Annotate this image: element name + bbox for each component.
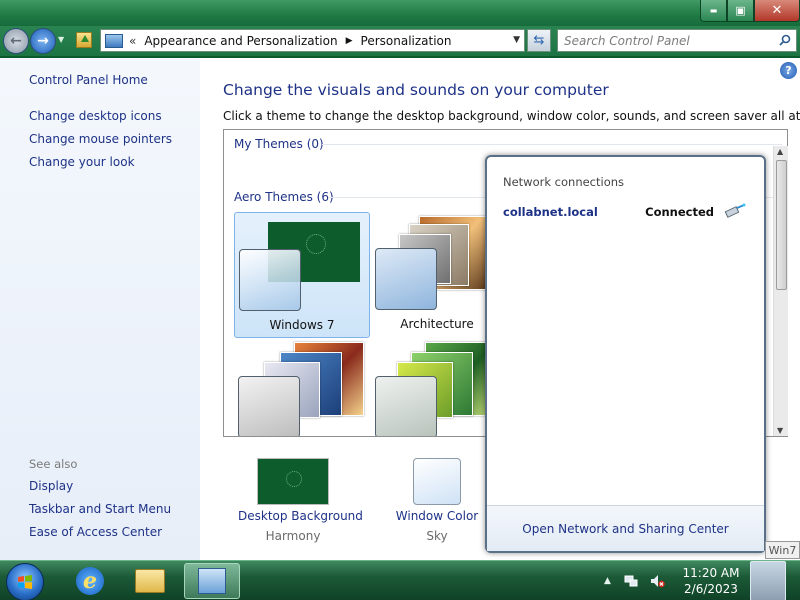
maximize-icon: ▣ bbox=[735, 4, 746, 17]
breadcrumb-separator-icon[interactable]: ▶ bbox=[346, 36, 353, 46]
scroll-thumb[interactable] bbox=[776, 160, 787, 290]
window-color-swatch bbox=[239, 249, 301, 311]
clock-date: 2/6/2023 bbox=[684, 582, 738, 596]
scroll-down-icon[interactable]: ▼ bbox=[777, 426, 783, 435]
change-mouse-pointers-link[interactable]: Change mouse pointers bbox=[29, 132, 172, 146]
windows-logo-icon bbox=[18, 575, 32, 589]
window-color-value: Sky bbox=[426, 529, 448, 543]
task-pane: Control Panel Home Change desktop icons … bbox=[0, 58, 200, 560]
system-clock[interactable]: 11:20 AM 2/6/2023 bbox=[680, 565, 742, 597]
theme-name: Windows 7 bbox=[269, 318, 335, 332]
taskbar-internet-explorer[interactable]: e bbox=[62, 563, 118, 599]
refresh-icon: ⇆ bbox=[533, 33, 545, 48]
breadcrumb-appearance[interactable]: Appearance and Personalization bbox=[144, 34, 337, 48]
forward-button[interactable]: → bbox=[30, 28, 56, 54]
win7-watermark: Win7 bbox=[765, 541, 800, 559]
ease-of-access-link[interactable]: Ease of Access Center bbox=[29, 525, 162, 539]
windows-explorer-icon bbox=[135, 569, 165, 593]
search-input[interactable] bbox=[564, 33, 774, 48]
volume-muted-icon[interactable] bbox=[649, 573, 665, 589]
theme-characters[interactable] bbox=[234, 338, 370, 436]
recent-pages-dropdown[interactable]: ▼ bbox=[58, 35, 68, 45]
page-subtitle: Click a theme to change the desktop back… bbox=[223, 109, 800, 123]
window-controls: ▬ ▣ ✕ bbox=[700, 0, 800, 22]
desktop-background-link[interactable]: Desktop Background bbox=[238, 509, 363, 523]
refresh-button[interactable]: ⇆ bbox=[527, 29, 551, 52]
window-color-swatch bbox=[375, 248, 437, 310]
breadcrumb-personalization[interactable]: Personalization bbox=[361, 34, 452, 48]
start-button[interactable] bbox=[6, 563, 44, 600]
control-panel-home-link[interactable]: Control Panel Home bbox=[29, 73, 148, 87]
back-button[interactable]: ← bbox=[3, 28, 29, 54]
show-hidden-icons-button[interactable]: ▲ bbox=[604, 576, 611, 586]
window-color-swatch bbox=[238, 376, 300, 436]
breadcrumb-overflow-icon[interactable]: « bbox=[129, 34, 136, 48]
maximize-button[interactable]: ▣ bbox=[727, 0, 754, 22]
arrow-right-icon: → bbox=[37, 33, 49, 49]
taskbar-control-panel[interactable] bbox=[184, 563, 240, 599]
window-color-thumbnail bbox=[413, 458, 461, 505]
taskbar-start-menu-link[interactable]: Taskbar and Start Menu bbox=[29, 502, 171, 516]
control-panel-icon bbox=[105, 33, 123, 48]
desktop-background-setting[interactable]: Desktop Background Harmony bbox=[238, 458, 363, 543]
theme-windows-7[interactable]: Windows 7 bbox=[234, 212, 370, 338]
help-icon: ? bbox=[785, 64, 792, 77]
network-flyout-heading: Network connections bbox=[503, 175, 625, 189]
see-also-heading: See also bbox=[29, 457, 78, 471]
control-panel-icon bbox=[198, 568, 226, 594]
notification-area: ▲ bbox=[604, 561, 675, 600]
scroll-up-icon[interactable]: ▲ bbox=[777, 147, 783, 156]
desktop-background-thumbnail bbox=[257, 458, 329, 505]
help-button[interactable]: ? bbox=[780, 62, 797, 79]
group-aero-themes[interactable]: Aero Themes (6) bbox=[234, 190, 334, 204]
navigation-bar: ← → ▼ « Appearance and Personalization ▶… bbox=[0, 26, 800, 56]
display-link[interactable]: Display bbox=[29, 479, 73, 493]
minimize-button[interactable]: ▬ bbox=[700, 0, 727, 22]
search-box[interactable] bbox=[557, 29, 797, 52]
address-dropdown-icon[interactable]: ▼ bbox=[513, 35, 520, 45]
window-color-setting[interactable]: Window Color Sky bbox=[392, 458, 482, 543]
up-level-icon[interactable] bbox=[76, 32, 92, 48]
open-network-sharing-center-link[interactable]: Open Network and Sharing Center bbox=[522, 522, 728, 536]
internet-explorer-icon: e bbox=[76, 567, 104, 595]
network-flyout: Network connections collabnet.local Conn… bbox=[485, 155, 766, 553]
theme-list-scrollbar[interactable]: ▲ ▼ bbox=[773, 146, 788, 436]
clock-time: 11:20 AM bbox=[682, 566, 740, 580]
show-desktop-button[interactable] bbox=[750, 561, 786, 600]
change-your-look-link[interactable]: Change your look bbox=[29, 155, 135, 169]
address-bar[interactable]: « Appearance and Personalization ▶ Perso… bbox=[100, 29, 525, 52]
close-icon: ✕ bbox=[771, 3, 783, 18]
windows-logo-icon bbox=[286, 471, 302, 487]
network-name[interactable]: collabnet.local bbox=[503, 205, 598, 219]
network-status: Connected bbox=[645, 205, 714, 219]
window-title-bar: ▬ ▣ ✕ bbox=[0, 0, 800, 28]
close-button[interactable]: ✕ bbox=[754, 0, 800, 22]
window-color-swatch bbox=[375, 376, 437, 436]
network-tray-icon[interactable] bbox=[623, 573, 639, 589]
network-flyout-footer: Open Network and Sharing Center bbox=[487, 505, 764, 551]
page-title: Change the visuals and sounds on your co… bbox=[223, 81, 609, 99]
group-my-themes[interactable]: My Themes (0) bbox=[234, 137, 324, 151]
taskbar: e ▲ 11:20 AM 2/6/2023 bbox=[0, 560, 800, 600]
search-icon[interactable] bbox=[779, 34, 791, 46]
windows-logo-icon bbox=[306, 234, 326, 254]
change-desktop-icons-link[interactable]: Change desktop icons bbox=[29, 109, 162, 123]
desktop-background-value: Harmony bbox=[265, 529, 321, 543]
minimize-icon: ▬ bbox=[709, 6, 718, 15]
group-divider bbox=[322, 144, 782, 145]
window-color-link[interactable]: Window Color bbox=[392, 509, 482, 523]
taskbar-windows-explorer[interactable] bbox=[122, 563, 178, 599]
arrow-left-icon: ← bbox=[10, 33, 22, 49]
wired-network-icon bbox=[724, 203, 746, 218]
